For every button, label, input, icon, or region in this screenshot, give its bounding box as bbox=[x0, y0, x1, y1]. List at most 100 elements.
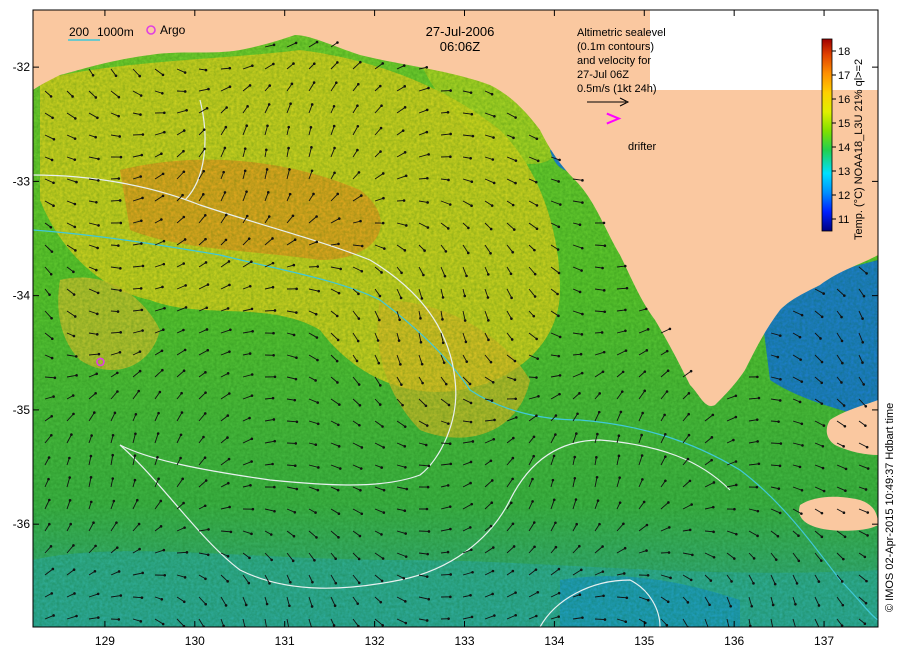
velocity-arrow-head bbox=[160, 525, 163, 528]
velocity-arrow-head bbox=[334, 582, 337, 585]
velocity-arrow-head bbox=[555, 546, 558, 549]
velocity-arrow-head bbox=[449, 442, 452, 445]
velocity-arrow-head bbox=[620, 411, 623, 414]
velocity-arrow-head bbox=[404, 249, 407, 252]
velocity-arrow-head bbox=[794, 603, 797, 606]
velocity-arrow-head bbox=[422, 274, 425, 277]
velocity-arrow-head bbox=[426, 109, 429, 112]
velocity-arrow-head bbox=[315, 536, 318, 539]
velocity-arrow-head bbox=[268, 582, 271, 585]
velocity-arrow-head bbox=[250, 533, 253, 536]
velocity-arrow-head bbox=[514, 614, 517, 617]
velocity-arrow-head bbox=[73, 226, 76, 229]
velocity-arrow-head bbox=[469, 482, 472, 485]
velocity-arrow-head bbox=[163, 549, 166, 552]
velocity-arrow-head bbox=[557, 180, 560, 183]
velocity-arrow-head bbox=[95, 372, 98, 375]
velocity-arrow-head bbox=[292, 62, 295, 65]
velocity-arrow-head bbox=[449, 528, 452, 531]
velocity-arrow-head bbox=[333, 125, 336, 128]
velocity-arrow-head bbox=[228, 67, 231, 70]
velocity-arrow-head bbox=[50, 273, 53, 276]
velocity-arrow-head bbox=[618, 476, 621, 479]
velocity-arrow-head bbox=[511, 338, 514, 341]
velocity-arrow-head bbox=[399, 363, 402, 366]
velocity-arrow-head bbox=[492, 546, 495, 549]
velocity-arrow-head bbox=[645, 549, 648, 552]
velocity-arrow-head bbox=[359, 61, 362, 64]
velocity-arrow-head bbox=[185, 306, 188, 309]
velocity-arrow-head bbox=[268, 103, 271, 106]
velocity-arrow-head bbox=[822, 445, 825, 448]
velocity-arrow-head bbox=[163, 240, 166, 243]
velocity-arrow-head bbox=[289, 581, 292, 584]
velocity-arrow-head bbox=[402, 129, 405, 132]
velocity-arrow-head bbox=[74, 117, 77, 120]
velocity-arrow-head bbox=[624, 547, 627, 550]
velocity-arrow-head bbox=[360, 467, 363, 470]
velocity-arrow-head bbox=[689, 480, 692, 483]
velocity-arrow-head bbox=[689, 529, 692, 532]
velocity-arrow-head bbox=[511, 478, 514, 481]
velocity-arrow-head bbox=[52, 395, 55, 398]
velocity-arrow-head bbox=[667, 369, 670, 372]
velocity-arrow-head bbox=[272, 63, 275, 66]
velocity-arrow-head bbox=[842, 445, 845, 448]
velocity-arrow-head bbox=[117, 310, 120, 313]
velocity-arrow-head bbox=[447, 617, 450, 620]
velocity-arrow-head bbox=[490, 361, 493, 364]
velocity-arrow-head bbox=[774, 583, 777, 586]
velocity-arrow-head bbox=[228, 260, 231, 263]
velocity-arrow-head bbox=[317, 423, 320, 426]
velocity-arrow-head bbox=[624, 620, 627, 623]
velocity-arrow-head bbox=[273, 418, 276, 421]
velocity-arrow-head bbox=[163, 131, 166, 134]
velocity-arrow-head bbox=[641, 412, 644, 415]
velocity-arrow-head bbox=[581, 372, 584, 375]
velocity-arrow-head bbox=[273, 510, 276, 513]
velocity-arrow-head bbox=[578, 392, 581, 395]
velocity-arrow-head bbox=[779, 512, 782, 515]
velocity-arrow-head bbox=[50, 545, 53, 548]
velocity-arrow-head bbox=[688, 434, 691, 437]
velocity-arrow-head bbox=[222, 171, 225, 174]
velocity-arrow-head bbox=[295, 288, 298, 291]
velocity-arrow-head bbox=[512, 136, 515, 139]
velocity-arrow-head bbox=[245, 124, 248, 127]
velocity-arrow-head bbox=[382, 222, 385, 225]
velocity-arrow-head bbox=[510, 502, 513, 505]
velocity-arrow-head bbox=[449, 505, 452, 508]
velocity-arrow-head bbox=[669, 577, 672, 580]
velocity-arrow-head bbox=[314, 379, 317, 382]
velocity-arrow-head bbox=[287, 147, 290, 150]
velocity-arrow-head bbox=[336, 193, 339, 196]
velocity-arrow-head bbox=[493, 115, 496, 118]
velocity-arrow-head bbox=[248, 582, 251, 585]
velocity-arrow-head bbox=[492, 570, 495, 573]
velocity-arrow-head bbox=[288, 604, 291, 607]
velocity-arrow-head bbox=[228, 350, 231, 353]
altimetry-line: (0.1m contours) bbox=[577, 41, 654, 53]
velocity-arrow-head bbox=[603, 351, 606, 354]
velocity-arrow-head bbox=[442, 341, 445, 344]
velocity-arrow-head bbox=[207, 528, 210, 531]
velocity-arrow-head bbox=[668, 551, 671, 554]
velocity-arrow-head bbox=[470, 421, 473, 424]
velocity-arrow-head bbox=[381, 62, 384, 65]
velocity-arrow-head bbox=[205, 261, 208, 264]
velocity-arrow-head bbox=[535, 414, 538, 417]
velocity-arrow-head bbox=[403, 64, 406, 67]
velocity-arrow-head bbox=[823, 490, 826, 493]
velocity-arrow-head bbox=[272, 397, 275, 400]
velocity-arrow-head bbox=[116, 390, 119, 393]
velocity-arrow-head bbox=[598, 411, 601, 414]
velocity-arrow-head bbox=[536, 137, 539, 140]
velocity-arrow-head bbox=[183, 216, 186, 219]
velocity-arrow-head bbox=[400, 272, 403, 275]
velocity-arrow-head bbox=[333, 172, 336, 175]
velocity-arrow-head bbox=[646, 349, 649, 352]
velocity-arrow-head bbox=[141, 329, 144, 332]
velocity-arrow-head bbox=[246, 105, 249, 108]
velocity-arrow-head bbox=[356, 602, 359, 605]
velocity-arrow-head bbox=[402, 577, 405, 580]
